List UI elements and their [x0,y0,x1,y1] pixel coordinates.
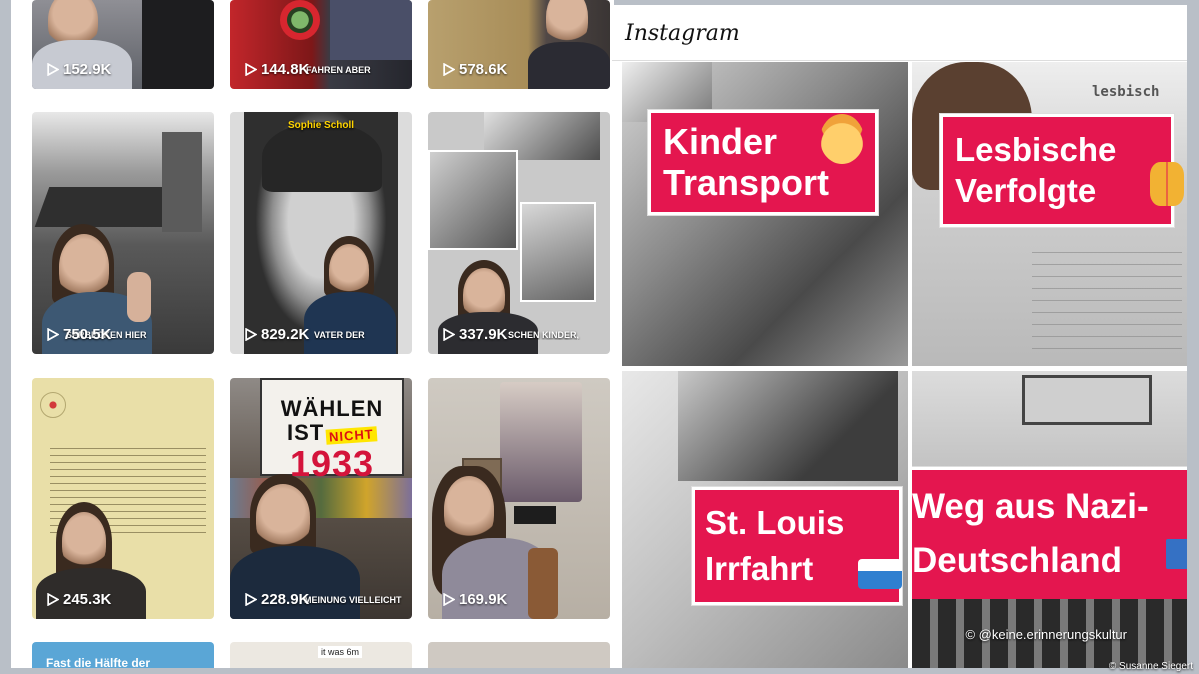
protest-sign: WÄHLEN IST NICHT 1933 [260,378,404,482]
view-count: 245.3K [46,591,111,608]
chair [528,548,558,619]
inset-thumbnail [514,506,556,524]
memorial-stone [162,132,202,232]
portrait-hair [262,122,382,192]
play-icon [443,328,455,341]
video-caption: MEINUNG VIELLEICHT [304,595,402,605]
sweatshirt [330,0,412,60]
presenter-face [329,244,369,296]
play-icon [245,593,257,606]
play-icon [47,328,59,341]
instagram-logo[interactable]: Instagram [625,21,740,46]
document-list [1032,252,1182,352]
flag-emoji [1166,539,1187,569]
shirt [528,42,610,89]
post-title: Weg aus Nazi- Deutschland [912,467,1187,602]
video-caption: FAHREN ABER [306,65,371,75]
women-emoji [1150,162,1184,206]
portrait-name-tag: Sophie Scholl [287,120,355,131]
instagram-post[interactable]: Weg aus Nazi- Deutschland [912,371,1187,668]
video-caption: SCHEN KINDER, [508,330,580,340]
account-handle: © @keine.erinnerungskultur [965,627,1127,642]
view-count: 578.6K [442,61,507,78]
window [1022,375,1152,425]
view-count: 152.9K [46,61,111,78]
video-tile[interactable]: 169.9K [428,378,610,619]
video-tile[interactable]: SERBECKEN HIER 750.5K [32,112,214,354]
view-count: 750.5K [46,326,111,343]
historic-photo [678,371,898,481]
historic-photo [428,150,518,250]
view-count: 337.9K [442,326,507,343]
tiktok-video-grid: 152.9K FAHREN ABER 144.8K 578.6K SERBECK… [11,0,614,668]
video-tile[interactable]: 152.9K [32,0,214,89]
ship-emoji [858,559,902,589]
instagram-header: Instagram [612,5,1187,61]
play-icon [47,63,59,76]
instagram-post[interactable]: lesbisch Lesbische Verfolgte [912,62,1187,366]
video-overlay-text: Fast die Hälfte der [46,656,151,668]
presenter-face [256,484,310,550]
video-tile[interactable]: FAHREN ABER 144.8K [230,0,412,89]
video-tile[interactable]: SCHEN KINDER, 337.9K [428,112,610,354]
view-count: 228.9K [244,591,309,608]
historic-photo [520,202,596,302]
hand [127,272,151,322]
presenter-hair [912,371,1012,441]
inset-video [500,382,582,502]
view-count: 144.8K [244,61,309,78]
dark-background [142,0,214,89]
play-icon [245,328,257,341]
instagram-panel: Instagram Kinder Transport lesbisch Lesb… [612,5,1187,668]
video-tile[interactable]: WÄHLEN IST NICHT 1933 MEINUNG VIELLEICHT … [230,378,412,619]
play-icon [245,63,257,76]
video-tile[interactable]: Sophie Scholl VATER DER 829.2K [230,112,412,354]
video-tile[interactable] [428,642,610,668]
play-icon [443,63,455,76]
play-icon [47,593,59,606]
video-tile[interactable]: it was 6m [230,642,412,668]
post-title: Lesbische Verfolgte [940,114,1174,227]
presenter-face [546,0,588,46]
video-overlay-text: it was 6m [318,646,363,658]
video-caption: VATER DER [314,330,365,340]
presenter-face [59,234,109,300]
video-tile[interactable]: Fast die Hälfte der [32,642,214,668]
memorial-pool [34,187,180,227]
boy-emoji [820,114,864,164]
instagram-post[interactable]: Kinder Transport [622,62,908,366]
video-tile[interactable]: 245.3K [32,378,214,619]
view-count: 169.9K [442,591,507,608]
red-cross-emblem [40,392,66,418]
presenter-face [444,476,494,542]
jacket [230,546,360,619]
play-icon [443,593,455,606]
view-count: 829.2K [244,326,309,343]
document-watermark: lesbisch [1092,84,1160,100]
toy-eye [280,0,320,40]
presenter-face [62,512,106,570]
instagram-post[interactable]: St. Louis Irrfahrt [622,371,908,668]
video-tile[interactable]: 578.6K [428,0,610,89]
photo-credit: © Susanne Siegert [1108,661,1193,672]
sweater [304,292,396,354]
